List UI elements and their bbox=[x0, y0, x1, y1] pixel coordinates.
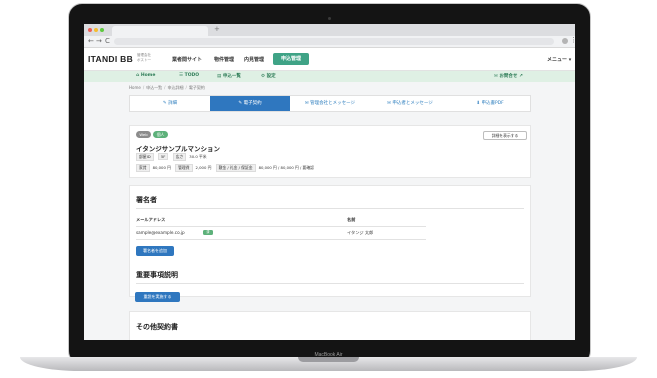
menu-button[interactable]: メニュー ▾ bbox=[547, 56, 571, 63]
browser-toolbar: ← → C ⋮ bbox=[84, 36, 575, 48]
forward-icon[interactable]: → bbox=[96, 37, 102, 45]
profile-icon[interactable] bbox=[562, 38, 568, 44]
maximize-window-icon[interactable] bbox=[100, 28, 104, 32]
reload-icon[interactable]: C bbox=[105, 37, 110, 45]
device-label: MacBook Air bbox=[314, 352, 343, 358]
logo[interactable]: ITANDI BB bbox=[88, 54, 133, 64]
chat-icon: ✉ bbox=[304, 101, 309, 106]
minimize-window-icon[interactable] bbox=[94, 28, 98, 32]
nav-item-naiken[interactable]: 内見管理 bbox=[244, 56, 264, 63]
new-tab-icon[interactable]: + bbox=[214, 25, 220, 33]
logo-subtitle: 管理会社 ポスト一 bbox=[137, 53, 151, 62]
signed-tag: 済 bbox=[203, 230, 213, 235]
other-contracts-title: その他契約書 bbox=[136, 323, 178, 331]
property-row-1: 部屋ID 5F 広さ 30.0 平米 bbox=[136, 153, 207, 161]
individual-badge: 個人 bbox=[153, 131, 168, 138]
browser-tabbar: + bbox=[84, 24, 575, 36]
nav-item-gyosha[interactable]: 業者間サイト bbox=[172, 56, 202, 63]
close-window-icon[interactable] bbox=[88, 28, 92, 32]
nav-item-bukken[interactable]: 物件管理 bbox=[214, 56, 234, 63]
other-contracts-card: その他契約書 bbox=[129, 311, 531, 340]
signer-section-title: 署名者 bbox=[136, 196, 157, 204]
conduct-explanation-button[interactable]: 重説を実施する bbox=[135, 292, 180, 302]
divider bbox=[136, 283, 524, 284]
browser-menu-icon[interactable]: ⋮ bbox=[570, 36, 575, 44]
tab-message-manager[interactable]: ✉ 管理会社とメッセージ bbox=[290, 96, 370, 111]
external-link-icon: ↗ bbox=[518, 74, 523, 79]
url-bar[interactable] bbox=[114, 38, 554, 45]
breadcrumb-list[interactable]: 申込一覧 bbox=[146, 85, 162, 90]
edit-icon: ✎ bbox=[162, 101, 167, 106]
breadcrumb-home[interactable]: Home bbox=[129, 85, 141, 90]
col-email-header: メールアドレス bbox=[136, 217, 166, 222]
chat-icon: ✉ bbox=[387, 101, 391, 106]
app-header: ITANDI BB 管理会社 ポスト一 業者間サイト 物件管理 内見管理 申込管… bbox=[84, 48, 575, 71]
sub-navigation: ⌂ Home ☰ TODO ▤ 申込一覧 ⚙ 設定 ✉ お問合せ ↗ bbox=[84, 71, 575, 82]
camera-icon bbox=[328, 17, 331, 20]
browser-tab[interactable] bbox=[112, 26, 208, 36]
subnav-home[interactable]: ⌂ Home bbox=[136, 73, 155, 78]
breadcrumb: Home / 申込一覧 / 申込詳細 / 電子契約 bbox=[129, 85, 205, 90]
property-card: Web 個人 詳細を表示する イタンジサンプルマンション 部屋ID 5F 広さ 3… bbox=[129, 125, 531, 178]
edit-icon: ✎ bbox=[238, 101, 243, 106]
nav-item-moushikomi[interactable]: 申込管理 bbox=[273, 53, 309, 65]
breadcrumb-current: 電子契約 bbox=[188, 85, 205, 90]
important-section-title: 重要事項説明 bbox=[136, 271, 178, 279]
document-icon: ▤ bbox=[217, 74, 222, 79]
signer-card: 署名者 メールアドレス 名前 sample@example.co.jp 済 イタ… bbox=[129, 185, 531, 297]
col-name-header: 名前 bbox=[347, 217, 356, 222]
content-tabs: ✎ 詳細 ✎ 電子契約 ✉ 管理会社とメッセージ ✉ 申込者とメッセージ ⬇ 申… bbox=[129, 95, 531, 112]
web-badge: Web bbox=[136, 131, 151, 138]
download-icon: ⬇ bbox=[476, 101, 481, 106]
table-row-divider bbox=[136, 239, 426, 240]
subnav-moushikomi-list[interactable]: ▤ 申込一覧 bbox=[217, 73, 241, 79]
property-row-2: 家賃 80,000 円 管理費 2,000 円 敷金 / 礼金 / 保証金 80,00… bbox=[136, 164, 314, 172]
back-icon[interactable]: ← bbox=[88, 37, 94, 45]
tab-message-applicant[interactable]: ✉ 申込者とメッセージ bbox=[370, 96, 450, 111]
subnav-contact[interactable]: ✉ お問合せ ↗ bbox=[494, 73, 523, 79]
add-signer-button[interactable]: 署名者を追加 bbox=[136, 246, 174, 256]
screen: + ← → C ⋮ ITANDI BB 管理会社 ポスト一 業者間サイト 物件管… bbox=[84, 24, 575, 340]
home-icon: ⌂ bbox=[136, 73, 140, 78]
show-detail-button[interactable]: 詳細を表示する bbox=[483, 131, 527, 140]
tab-detail[interactable]: ✎ 詳細 bbox=[130, 96, 210, 111]
table-header-divider bbox=[136, 226, 426, 227]
tab-electronic-contract[interactable]: ✎ 電子契約 bbox=[210, 96, 290, 111]
subnav-settings[interactable]: ⚙ 設定 bbox=[261, 73, 276, 79]
checklist-icon: ☰ bbox=[179, 73, 184, 78]
signer-email: sample@example.co.jp bbox=[136, 230, 185, 235]
mail-icon: ✉ bbox=[494, 74, 498, 79]
breadcrumb-detail[interactable]: 申込詳細 bbox=[168, 85, 184, 90]
property-name: イタンジサンプルマンション bbox=[136, 145, 221, 153]
signer-name: イタンジ 太郎 bbox=[347, 230, 374, 235]
subnav-todo[interactable]: ☰ TODO bbox=[179, 73, 199, 78]
tab-application-pdf[interactable]: ⬇ 申込書PDF bbox=[450, 96, 530, 111]
divider bbox=[136, 208, 524, 209]
gear-icon: ⚙ bbox=[261, 74, 266, 79]
